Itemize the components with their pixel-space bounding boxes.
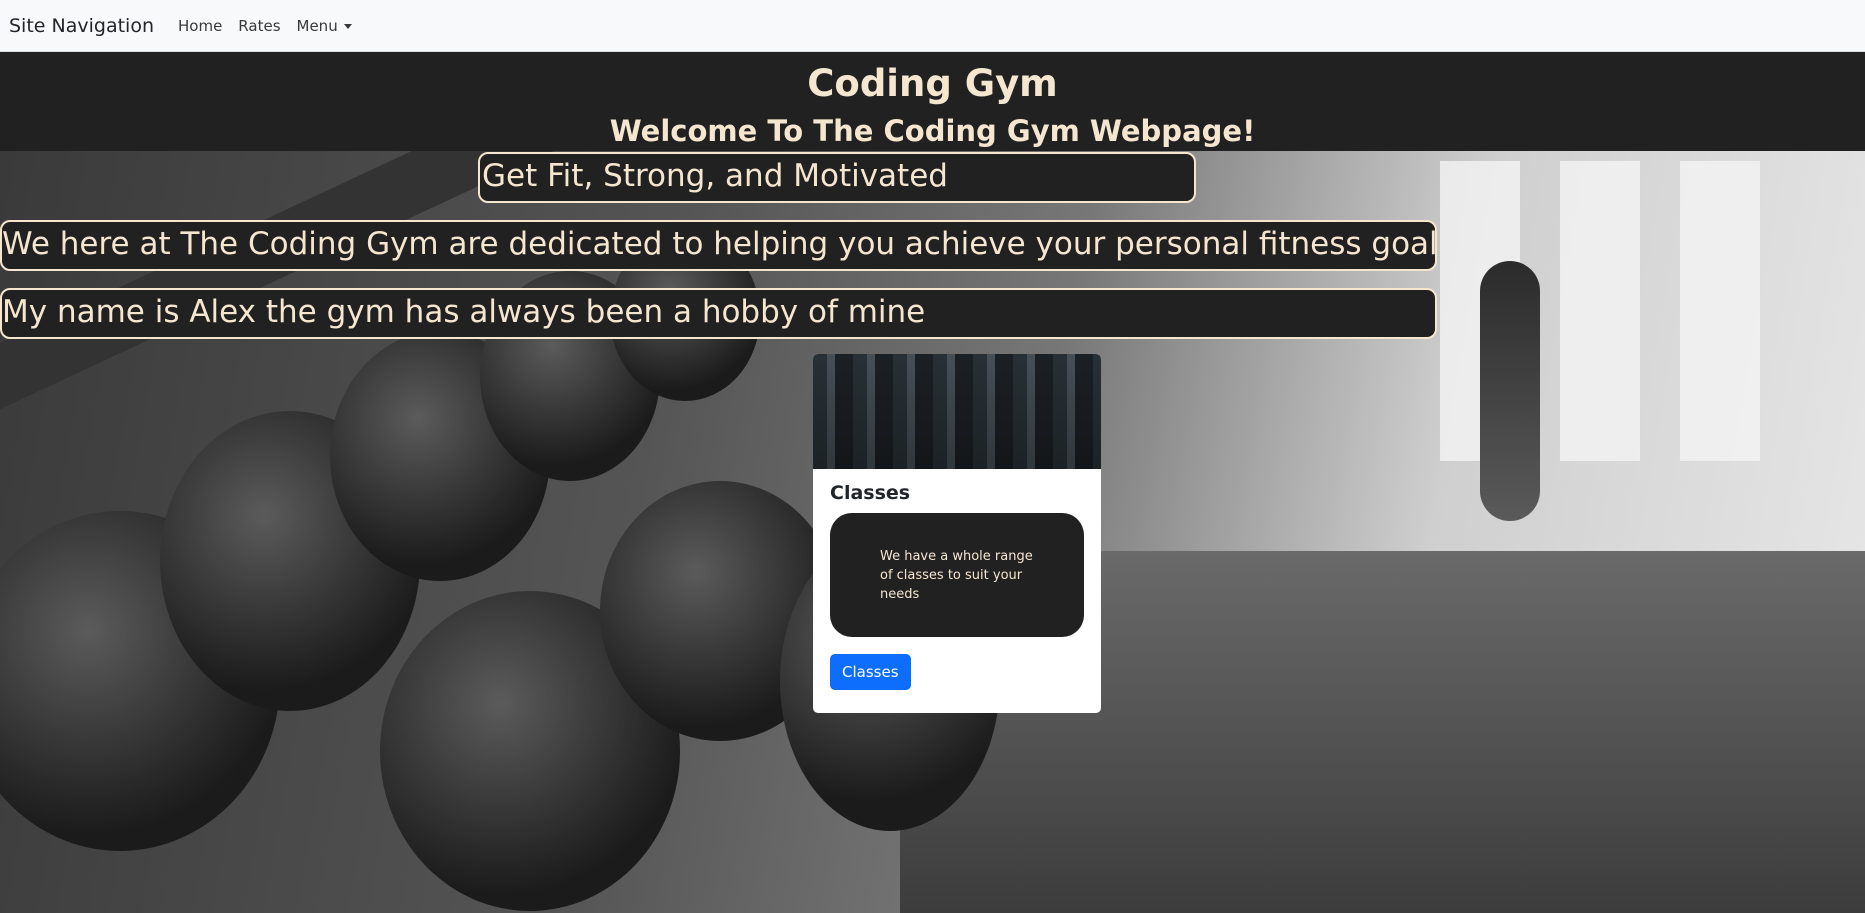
intro-box: My name is Alex the gym has always been … (0, 288, 1437, 339)
nav-link-rates[interactable]: Rates (238, 17, 280, 35)
classes-button[interactable]: Classes (830, 654, 911, 690)
site-navbar: Site Navigation Home Rates Menu (0, 0, 1865, 52)
background-window (1680, 161, 1760, 461)
card-body: Classes We have a whole range of classes… (813, 469, 1101, 700)
navbar-brand[interactable]: Site Navigation (9, 15, 154, 37)
person-exercising (1480, 261, 1540, 521)
nav-menu-label: Menu (296, 16, 338, 35)
page-subtitle: Welcome To The Coding Gym Webpage! (609, 114, 1256, 148)
gym-interior-image (813, 354, 1101, 469)
classes-card: Classes We have a whole range of classes… (813, 354, 1101, 713)
mission-box: We here at The Coding Gym are dedicated … (0, 220, 1437, 271)
card-text: We have a whole range of classes to suit… (830, 513, 1084, 637)
page-title: Coding Gym (807, 62, 1058, 105)
page-header: Coding Gym Welcome To The Coding Gym Web… (0, 52, 1865, 151)
tagline-box: Get Fit, Strong, and Motivated (478, 152, 1196, 203)
nav-menu-dropdown[interactable]: Menu (297, 17, 352, 35)
caret-down-icon (343, 23, 352, 29)
background-window (1560, 161, 1640, 461)
card-title: Classes (830, 482, 911, 504)
nav-link-home[interactable]: Home (178, 17, 222, 35)
